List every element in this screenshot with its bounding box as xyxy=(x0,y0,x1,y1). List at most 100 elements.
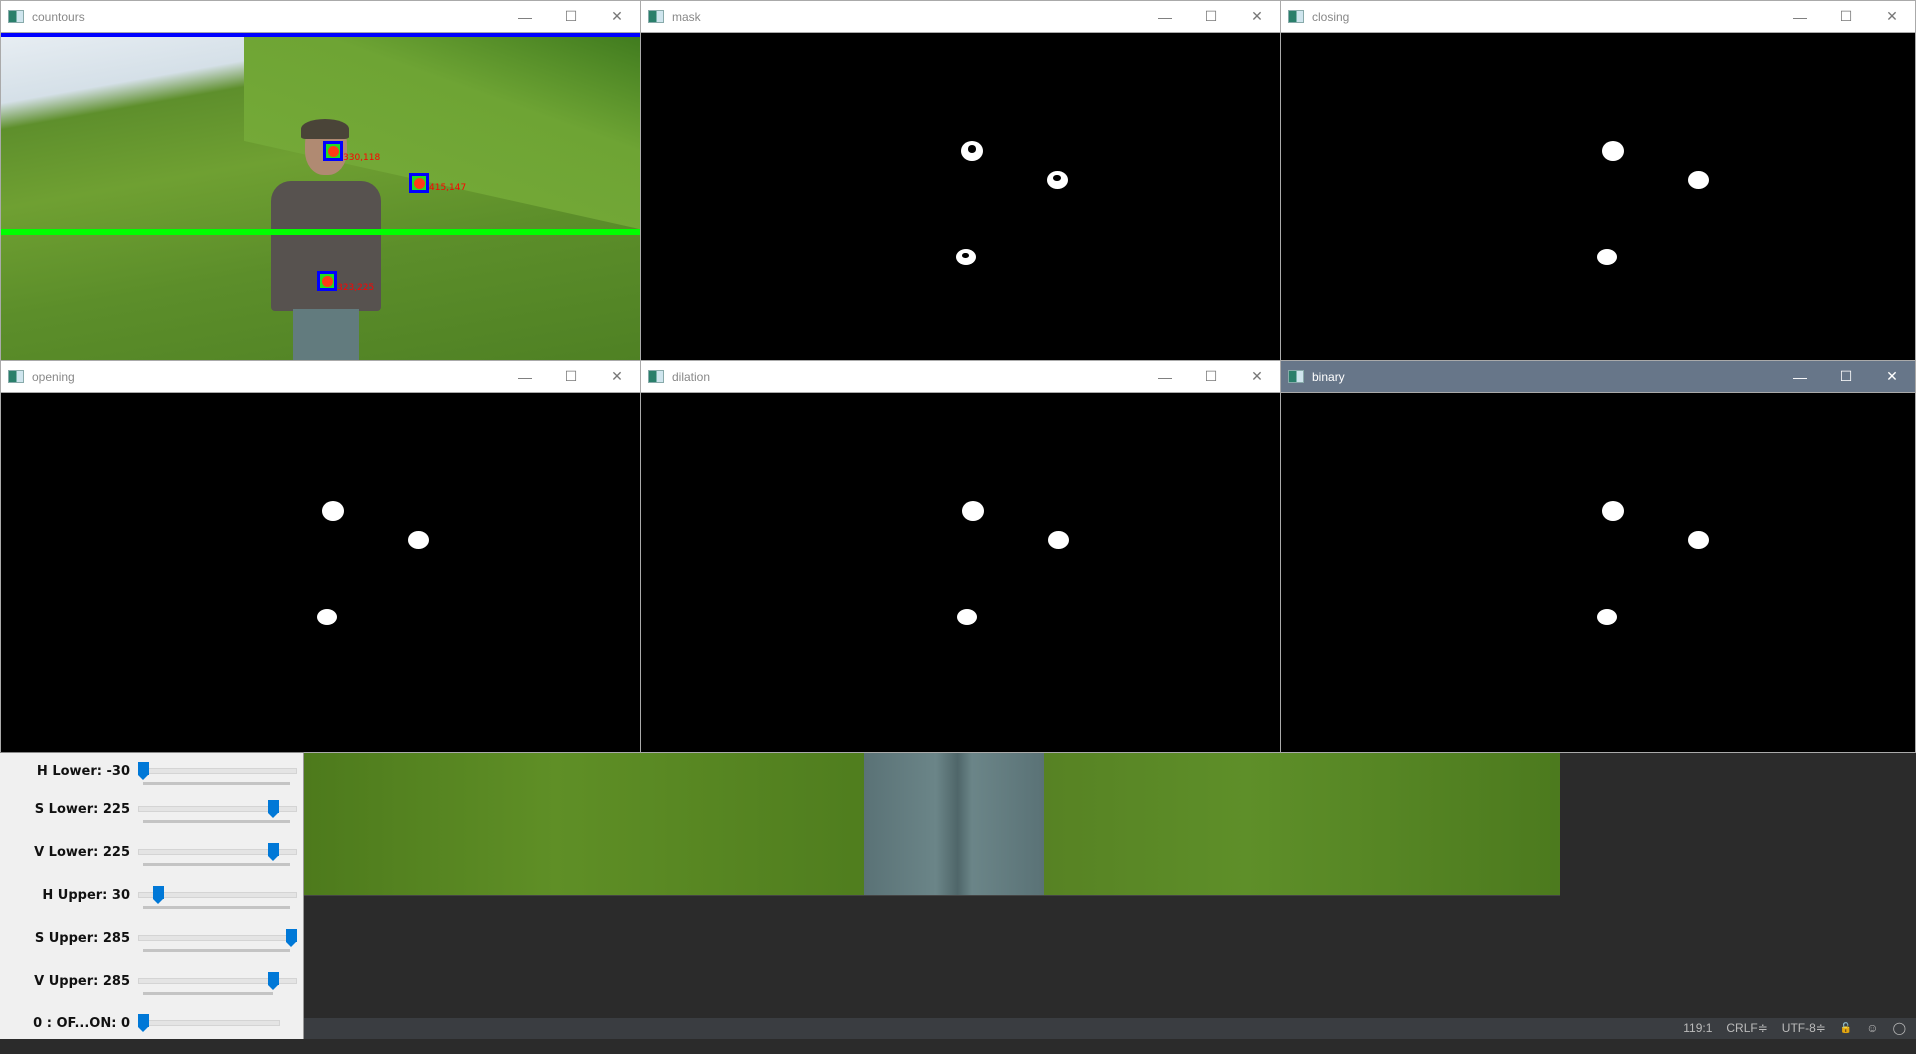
trackbar-ticks xyxy=(143,782,290,785)
dilation-blob xyxy=(957,609,977,625)
minimize-button[interactable]: — xyxy=(502,361,548,392)
opening-blob xyxy=(408,531,429,549)
tracking-label: 415,147 xyxy=(429,183,467,193)
opening-blob xyxy=(322,501,344,521)
trackbar-label: H Lower: -30 xyxy=(36,764,130,779)
app-icon xyxy=(8,370,24,383)
trackbar-s-upper: S Upper: 285 xyxy=(0,926,304,969)
titlebar[interactable]: binary — ☐ ✕ xyxy=(1281,361,1915,393)
trackbar-rail[interactable] xyxy=(138,768,297,774)
trackbar-panel: H Lower: -30 S Lower: 225 V Lower: 225 H… xyxy=(0,752,304,1039)
maximize-button[interactable]: ☐ xyxy=(1188,361,1234,392)
tracking-box xyxy=(317,271,337,291)
titlebar[interactable]: mask — ☐ ✕ xyxy=(641,1,1280,33)
cursor-position[interactable]: 119:1 xyxy=(1683,1021,1712,1035)
window-countours: countours — ☐ ✕ 330,118 415,147 323,225 xyxy=(0,0,641,361)
trackbar-rail[interactable] xyxy=(138,935,297,941)
window-dilation: dilation — ☐ ✕ xyxy=(640,360,1281,753)
notifications-icon[interactable]: ◯ xyxy=(1893,1021,1906,1035)
window-title: opening xyxy=(32,369,75,384)
mask-blob xyxy=(961,141,983,161)
trackbar-thumb[interactable] xyxy=(268,972,280,990)
closing-blob xyxy=(1688,171,1709,189)
line-ending-selector[interactable]: CRLF≑ xyxy=(1726,1021,1767,1035)
tracking-label: 323,225 xyxy=(337,283,375,293)
minimize-button[interactable]: — xyxy=(1142,1,1188,32)
window-opening: opening — ☐ ✕ xyxy=(0,360,641,753)
top-boundary-line xyxy=(1,33,640,37)
dilation-image xyxy=(641,393,1280,752)
app-icon xyxy=(8,10,24,23)
binary-blob xyxy=(1602,501,1624,521)
maximize-button[interactable]: ☐ xyxy=(1188,1,1234,32)
trackbar-thumb[interactable] xyxy=(138,1014,149,1032)
minimize-button[interactable]: — xyxy=(1777,361,1823,392)
closing-blob xyxy=(1602,141,1624,161)
tracking-box xyxy=(323,141,343,161)
minimize-button[interactable]: — xyxy=(1142,361,1188,392)
opening-blob xyxy=(317,609,337,625)
trackbar-label: V Lower: 225 xyxy=(34,845,130,860)
background-video-frame xyxy=(304,752,1560,895)
trackbar-label: H Upper: 30 xyxy=(42,888,130,903)
tracking-box xyxy=(409,173,429,193)
window-title: countours xyxy=(32,9,85,24)
trackbar-thumb[interactable] xyxy=(152,886,164,904)
trackbar-thumb[interactable] xyxy=(268,800,280,818)
minimize-button[interactable]: — xyxy=(1777,1,1823,32)
maximize-button[interactable]: ☐ xyxy=(1823,361,1869,392)
close-button[interactable]: ✕ xyxy=(1869,361,1915,392)
trackbar-rail[interactable] xyxy=(138,1020,280,1026)
titlebar[interactable]: opening — ☐ ✕ xyxy=(1,361,640,393)
video-scene xyxy=(1,33,640,360)
window-title: mask xyxy=(672,9,701,24)
trackbar-v-upper: V Upper: 285 xyxy=(0,969,304,1012)
close-button[interactable]: ✕ xyxy=(594,1,640,32)
binary-blob xyxy=(1688,531,1709,549)
trackbar-ticks xyxy=(143,906,290,909)
window-title: dilation xyxy=(672,369,711,384)
trackbar-label: V Upper: 285 xyxy=(34,974,130,989)
close-button[interactable]: ✕ xyxy=(1869,1,1915,32)
trackbar-v-lower: V Lower: 225 xyxy=(0,840,304,883)
close-button[interactable]: ✕ xyxy=(1234,1,1280,32)
minimize-button[interactable]: — xyxy=(502,1,548,32)
trackbar-ticks xyxy=(143,949,290,952)
app-icon xyxy=(648,370,664,383)
trackbar-thumb[interactable] xyxy=(268,843,280,861)
trackbar-thumb[interactable] xyxy=(138,762,149,780)
app-icon xyxy=(1288,370,1304,383)
trackbar-on-off: 0 : OF...ON: 0 xyxy=(0,1011,304,1054)
maximize-button[interactable]: ☐ xyxy=(548,1,594,32)
crossing-line xyxy=(1,229,640,235)
maximize-button[interactable]: ☐ xyxy=(548,361,594,392)
maximize-button[interactable]: ☐ xyxy=(1823,1,1869,32)
opening-image xyxy=(1,393,640,752)
window-binary: binary — ☐ ✕ xyxy=(1280,360,1916,753)
trackbar-ticks xyxy=(143,820,290,823)
binary-image xyxy=(1281,393,1915,752)
titlebar[interactable]: dilation — ☐ ✕ xyxy=(641,361,1280,393)
trackbar-label: S Upper: 285 xyxy=(34,931,130,946)
trackbar-h-lower: H Lower: -30 xyxy=(0,759,304,802)
closing-image xyxy=(1281,33,1915,360)
close-button[interactable]: ✕ xyxy=(1234,361,1280,392)
trackbar-ticks xyxy=(143,992,273,995)
trackbar-label: 0 : OF...ON: 0 xyxy=(33,1016,130,1031)
trackbar-h-upper: H Upper: 30 xyxy=(0,883,304,926)
trackbar-label: S Lower: 225 xyxy=(34,802,130,817)
video-person-legs xyxy=(864,752,1044,895)
lock-icon[interactable]: 🔓 xyxy=(1840,1023,1852,1034)
titlebar[interactable]: countours — ☐ ✕ xyxy=(1,1,640,33)
mask-image xyxy=(641,33,1280,360)
window-closing: closing — ☐ ✕ xyxy=(1280,0,1916,361)
dilation-blob xyxy=(962,501,984,521)
titlebar[interactable]: closing — ☐ ✕ xyxy=(1281,1,1915,33)
trackbar-thumb[interactable] xyxy=(286,929,297,947)
inspector-icon[interactable]: ☺ xyxy=(1866,1021,1878,1035)
trackbar-s-lower: S Lower: 225 xyxy=(0,797,304,840)
mask-blob xyxy=(956,249,976,265)
mask-blob xyxy=(1047,171,1068,189)
close-button[interactable]: ✕ xyxy=(594,361,640,392)
encoding-selector[interactable]: UTF-8≑ xyxy=(1782,1021,1826,1035)
